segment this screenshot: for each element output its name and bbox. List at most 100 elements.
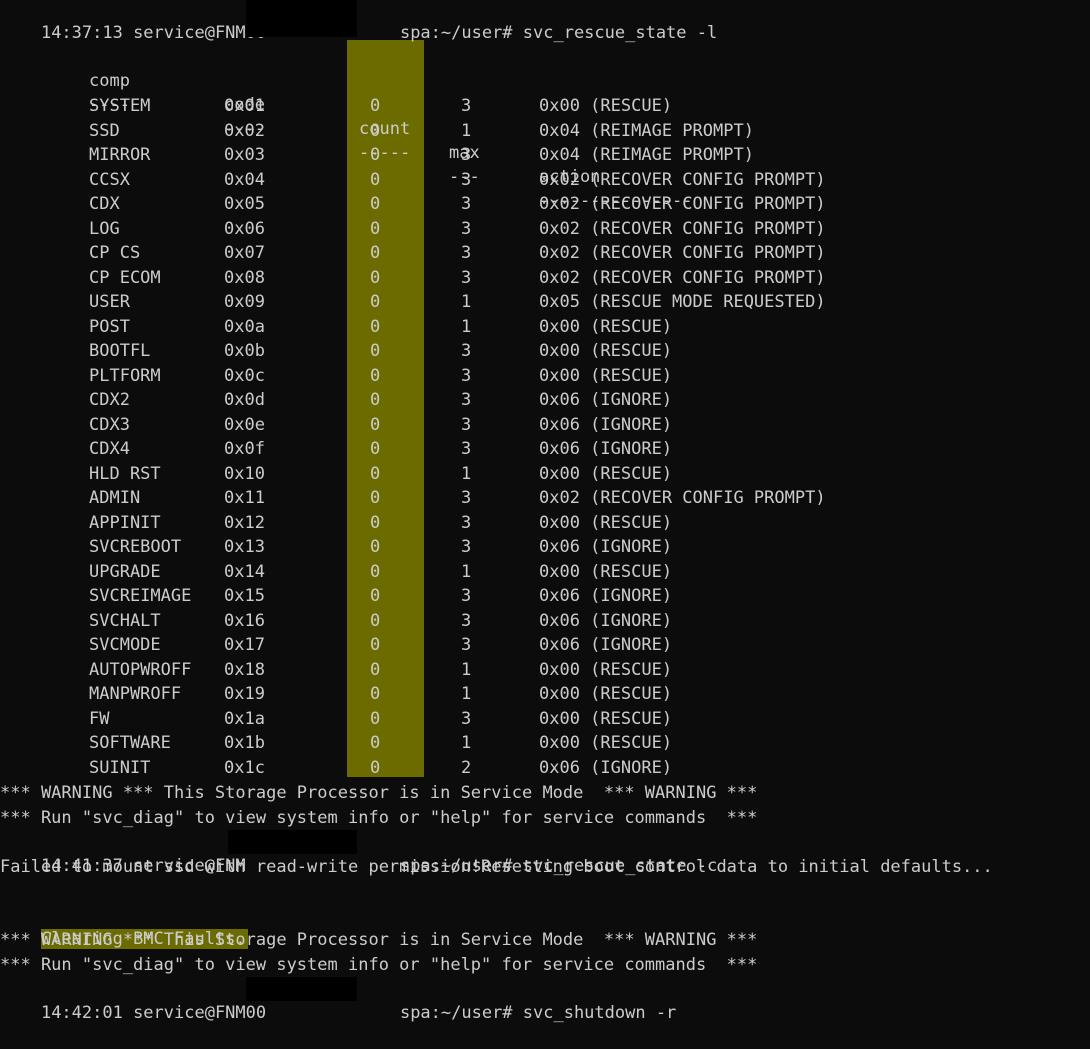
cell-action: 0x06 (IGNORE) xyxy=(539,414,673,435)
cell-action: 0x02 (RECOVER CONFIG PROMPT) xyxy=(539,169,826,190)
table-separator-row: ---- ---- ----- --- --------------- xyxy=(0,69,693,211)
cell-max: 3 xyxy=(461,341,472,361)
redacted-hostname xyxy=(246,0,357,37)
cell-action: 0x05 (RESCUE MODE REQUESTED) xyxy=(539,292,826,312)
cell-max: 3 xyxy=(461,96,472,116)
cell-action: 0x04 (REIMAGE PROMPT) xyxy=(539,145,754,165)
cell-comp: SUINIT xyxy=(89,757,151,778)
cell-comp: PLTFORM xyxy=(89,365,161,386)
help-hint-line: *** Run "svc_diag" to view system info o… xyxy=(0,955,758,975)
cell-count: 0 xyxy=(370,635,381,655)
cell-comp: SSD xyxy=(89,120,120,141)
cell-count: 0 xyxy=(370,243,381,263)
cell-comp: SYSTEM xyxy=(89,96,151,116)
cell-comp: CDX3 xyxy=(89,414,130,435)
warning-line: *** WARNING *** This Storage Processor i… xyxy=(0,783,758,803)
cell-code: 0x10 xyxy=(224,463,265,484)
cell-code: 0x12 xyxy=(224,512,265,533)
cell-comp: CDX4 xyxy=(89,439,130,459)
cell-code: 0x1b xyxy=(224,733,265,753)
cell-count: 0 xyxy=(370,439,381,459)
prompt-timestamp-host: 14:42:01 service@FNM00 xyxy=(40,1003,267,1023)
cell-count: 0 xyxy=(370,96,381,116)
cell-max: 3 xyxy=(461,218,472,239)
cell-count: 0 xyxy=(370,218,381,239)
cell-comp: UPGRADE xyxy=(89,561,161,582)
cell-max: 3 xyxy=(461,414,472,435)
cell-count: 0 xyxy=(370,561,381,582)
warning-line: *** WARNING *** This Storage Processor i… xyxy=(0,930,758,950)
cell-action: 0x06 (IGNORE) xyxy=(539,610,673,631)
cell-max: 3 xyxy=(461,267,472,288)
cell-max: 1 xyxy=(461,120,472,141)
cell-max: 3 xyxy=(461,635,472,655)
cell-comp: CDX2 xyxy=(89,390,130,410)
cell-action: 0x02 (RECOVER CONFIG PROMPT) xyxy=(539,267,826,288)
command-text: spa:~/user# svc_rescue_state -l xyxy=(399,23,718,43)
cell-code: 0x11 xyxy=(224,488,265,508)
cell-max: 1 xyxy=(461,316,472,337)
cell-code: 0x15 xyxy=(224,586,265,606)
cell-code: 0x13 xyxy=(224,537,265,557)
cell-max: 1 xyxy=(461,561,472,582)
cell-code: 0x16 xyxy=(224,610,265,631)
cell-count: 0 xyxy=(370,586,381,606)
cell-comp: CP CS xyxy=(89,243,141,263)
cell-action: 0x06 (IGNORE) xyxy=(539,537,673,557)
cell-max: 3 xyxy=(461,365,472,386)
cell-code: 0x18 xyxy=(224,659,265,680)
cell-count: 0 xyxy=(370,341,381,361)
cell-comp: HLD RST xyxy=(89,463,161,484)
cell-count: 0 xyxy=(370,610,381,631)
cell-comp: SVCHALT xyxy=(89,610,161,631)
header-comp: comp xyxy=(89,71,130,91)
cell-code: 0x0c xyxy=(224,365,265,386)
cell-count: 0 xyxy=(370,145,381,165)
command-prompt-line: 14:41:37 service@FNM xyxy=(0,830,246,876)
cell-count: 0 xyxy=(370,292,381,312)
cell-max: 3 xyxy=(461,169,472,190)
header-count: count xyxy=(359,119,411,139)
cell-action: 0x00 (RESCUE) xyxy=(539,365,673,386)
cell-max: 1 xyxy=(461,463,472,484)
cell-max: 3 xyxy=(461,708,472,729)
cell-count: 0 xyxy=(370,488,381,508)
cell-action: 0x04 (REIMAGE PROMPT) xyxy=(539,120,754,141)
cell-comp: POST xyxy=(89,316,130,337)
cell-code: 0x06 xyxy=(224,218,265,239)
cell-count: 0 xyxy=(370,757,381,778)
cell-code: 0x03 xyxy=(224,145,265,165)
cell-code: 0x1c xyxy=(224,757,265,778)
cell-count: 0 xyxy=(370,463,381,484)
cell-code: 0x0e xyxy=(224,414,265,435)
cell-max: 3 xyxy=(461,488,472,508)
cell-comp: MIRROR xyxy=(89,145,151,165)
cell-count: 0 xyxy=(370,537,381,557)
cell-code: 0x04 xyxy=(224,169,265,190)
cell-comp: AUTOPWROFF xyxy=(89,659,192,680)
terminal-window: 14:37:13 service@FNM00 spa:~/user# svc_r… xyxy=(0,0,1090,1023)
cell-code: 0x02 xyxy=(224,120,265,141)
prompt-timestamp-host: 14:37:13 service@FNM00 xyxy=(40,23,267,43)
cell-comp: APPINIT xyxy=(89,512,161,533)
cell-count: 0 xyxy=(370,316,381,337)
cell-action: 0x00 (RESCUE) xyxy=(539,341,673,361)
cell-code: 0x07 xyxy=(224,243,265,263)
cell-action: 0x06 (IGNORE) xyxy=(539,439,673,459)
cell-max: 3 xyxy=(461,145,472,165)
clearing-faults-line: Clearing BMC Faults. xyxy=(0,903,248,949)
command-prompt-command: spa:~/user# svc_shutdown -r xyxy=(359,977,676,1023)
cell-count: 0 xyxy=(370,659,381,680)
cell-action: 0x06 (IGNORE) xyxy=(539,757,673,778)
cell-count: 0 xyxy=(370,512,381,533)
cell-action: 0x00 (RESCUE) xyxy=(539,463,673,484)
cell-count: 0 xyxy=(370,169,381,190)
cell-code: 0x17 xyxy=(224,635,265,655)
cell-max: 2 xyxy=(461,757,472,778)
cell-action: 0x00 (RESCUE) xyxy=(539,512,673,533)
cell-action: 0x02 (RECOVER CONFIG PROMPT) xyxy=(539,243,826,263)
cell-code: 0x01 xyxy=(224,96,265,116)
cell-max: 1 xyxy=(461,733,472,753)
error-output-line: Failed to mount ssd with read-write perm… xyxy=(0,857,993,877)
command-text: spa:~/user# svc_shutdown -r xyxy=(399,1003,677,1023)
